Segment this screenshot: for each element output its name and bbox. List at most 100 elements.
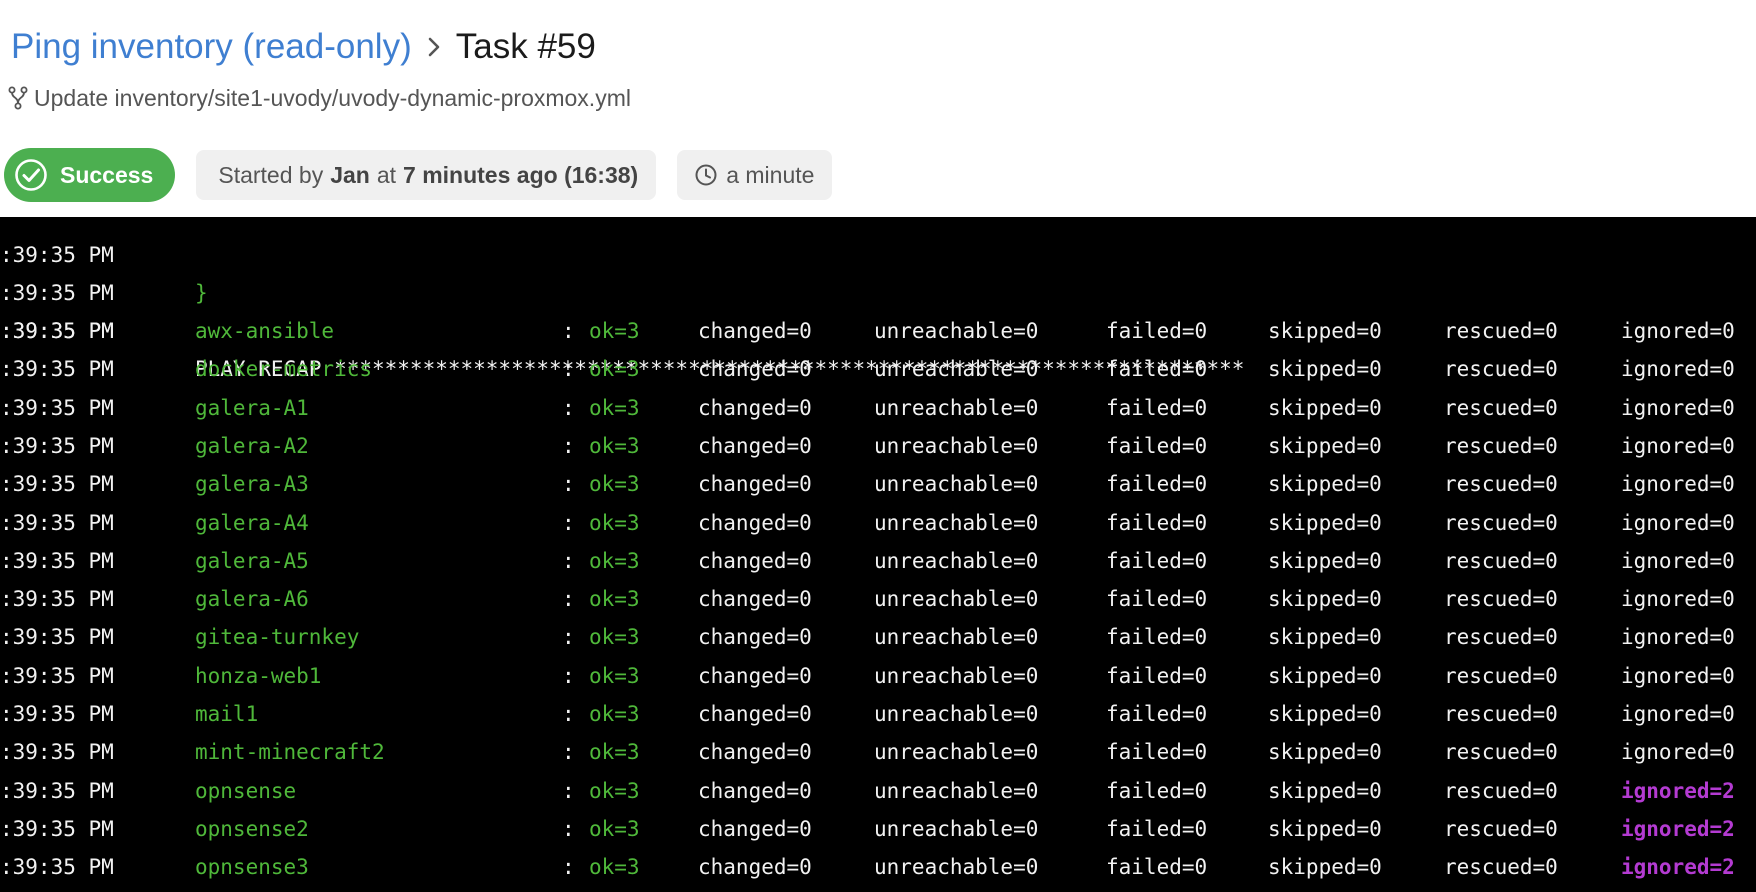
recap-changed: changed=0 — [698, 548, 812, 573]
recap-rescued: rescued=0 — [1444, 548, 1558, 573]
recap-ignored: ignored=0 — [1621, 357, 1735, 382]
duration-chip: a minute — [677, 150, 833, 200]
recap-skipped: skipped=0 — [1268, 357, 1382, 382]
recap-rescued: rescued=0 — [1444, 510, 1558, 535]
recap-failed: failed=0 — [1106, 433, 1208, 458]
recap-failed: failed=0 — [1106, 357, 1208, 382]
recap-skipped: skipped=0 — [1268, 855, 1382, 880]
recap-changed: changed=0 — [698, 433, 812, 458]
recap-changed: changed=0 — [698, 816, 812, 841]
recap-separator: : — [562, 816, 575, 841]
recap-unreachable: unreachable=0 — [874, 510, 1039, 535]
recap-separator: : — [562, 740, 575, 765]
recap-skipped: skipped=0 — [1268, 663, 1382, 688]
recap-host: galera-A1 — [195, 395, 309, 420]
log-timestamp: :39:35 PM — [0, 357, 114, 382]
recap-failed: failed=0 — [1106, 319, 1208, 343]
recap-skipped: skipped=0 — [1268, 433, 1382, 458]
recap-ok: ok=3 — [589, 855, 640, 880]
log-timestamp: :39:35 PM — [0, 740, 114, 765]
task-status-bar: Success Started by Jan at 7 minutes ago (16… — [4, 148, 833, 202]
recap-rescued: rescued=0 — [1444, 395, 1558, 420]
recap-unreachable: unreachable=0 — [874, 855, 1039, 880]
recap-host: galera-A3 — [195, 472, 309, 497]
log-line: :39:35 PM — [0, 236, 114, 305]
recap-failed: failed=0 — [1106, 587, 1208, 612]
recap-changed: changed=0 — [698, 357, 812, 382]
recap-ok: ok=3 — [589, 587, 640, 612]
recap-separator: : — [562, 319, 575, 343]
recap-ok: ok=3 — [589, 433, 640, 458]
recap-unreachable: unreachable=0 — [874, 587, 1039, 612]
recap-host: galera-A2 — [195, 433, 309, 458]
recap-unreachable: unreachable=0 — [874, 740, 1039, 765]
recap-rescued: rescued=0 — [1444, 433, 1558, 458]
recap-separator: : — [562, 395, 575, 420]
commit-message: Update inventory/site1-uvody/uvody-dynam… — [34, 84, 631, 111]
log-timestamp: :39:35 PM — [0, 548, 114, 573]
recap-host: gitea-turnkey — [195, 625, 360, 650]
recap-failed: failed=0 — [1106, 472, 1208, 497]
recap-changed: changed=0 — [698, 587, 812, 612]
recap-skipped: skipped=0 — [1268, 625, 1382, 650]
recap-ignored: ignored=0 — [1621, 472, 1735, 497]
recap-separator: : — [562, 357, 575, 382]
recap-ok: ok=3 — [589, 816, 640, 841]
recap-rescued: rescued=0 — [1444, 319, 1558, 343]
check-circle-icon — [14, 158, 48, 192]
recap-ok: ok=3 — [589, 625, 640, 650]
recap-changed: changed=0 — [698, 702, 812, 726]
recap-failed: failed=0 — [1106, 702, 1208, 726]
recap-rescued: rescued=0 — [1444, 702, 1558, 726]
recap-rescued: rescued=0 — [1444, 587, 1558, 612]
log-timestamp: :39:35 PM — [0, 510, 114, 535]
recap-ok: ok=3 — [589, 357, 640, 382]
recap-unreachable: unreachable=0 — [874, 625, 1039, 650]
recap-ok: ok=3 — [589, 740, 640, 765]
recap-failed: failed=0 — [1106, 778, 1208, 803]
log-text: } — [195, 281, 208, 305]
recap-unreachable: unreachable=0 — [874, 472, 1039, 497]
recap-skipped: skipped=0 — [1268, 587, 1382, 612]
recap-ignored: ignored=0 — [1621, 433, 1735, 458]
status-label: Success — [60, 161, 154, 188]
breadcrumb-template-link[interactable]: Ping inventory (read-only) — [11, 27, 412, 67]
recap-rescued: rescued=0 — [1444, 816, 1558, 841]
recap-unreachable: unreachable=0 — [874, 778, 1039, 803]
recap-changed: changed=0 — [698, 395, 812, 420]
recap-changed: changed=0 — [698, 472, 812, 497]
recap-rescued: rescued=0 — [1444, 472, 1558, 497]
recap-failed: failed=0 — [1106, 395, 1208, 420]
chevron-right-icon — [426, 35, 442, 59]
recap-unreachable: unreachable=0 — [874, 357, 1039, 382]
recap-ok: ok=3 — [589, 702, 640, 726]
recap-skipped: skipped=0 — [1268, 778, 1382, 803]
recap-skipped: skipped=0 — [1268, 816, 1382, 841]
log-timestamp: :39:35 PM — [0, 433, 114, 458]
recap-ignored: ignored=2 — [1621, 778, 1735, 803]
recap-ignored: ignored=0 — [1621, 319, 1735, 343]
recap-unreachable: unreachable=0 — [874, 319, 1039, 343]
git-branch-icon — [8, 86, 28, 110]
recap-separator: : — [562, 702, 575, 726]
task-header: Ping inventory (read-only) Task #59 Upda… — [0, 0, 1756, 217]
log-timestamp: :39:35 PM — [0, 625, 114, 650]
log-timestamp: :39:35 PM — [0, 395, 114, 420]
recap-changed: changed=0 — [698, 855, 812, 880]
recap-rescued: rescued=0 — [1444, 357, 1558, 382]
recap-separator: : — [562, 625, 575, 650]
recap-failed: failed=0 — [1106, 855, 1208, 880]
recap-failed: failed=0 — [1106, 510, 1208, 535]
recap-ignored: ignored=0 — [1621, 702, 1735, 726]
recap-host: galera-A5 — [195, 548, 309, 573]
task-log-output[interactable]: :39:35 PM } :39:35 PM :39:35 PM PLAY REC… — [0, 217, 1756, 892]
recap-host: opnsense3 — [195, 855, 309, 880]
recap-unreachable: unreachable=0 — [874, 548, 1039, 573]
recap-ignored: ignored=0 — [1621, 587, 1735, 612]
recap-host: honza-web1 — [195, 663, 322, 688]
recap-host: opnsense — [195, 778, 297, 803]
recap-separator: : — [562, 433, 575, 458]
recap-changed: changed=0 — [698, 319, 812, 343]
recap-rescued: rescued=0 — [1444, 663, 1558, 688]
log-timestamp: :39:35 PM — [0, 778, 114, 803]
